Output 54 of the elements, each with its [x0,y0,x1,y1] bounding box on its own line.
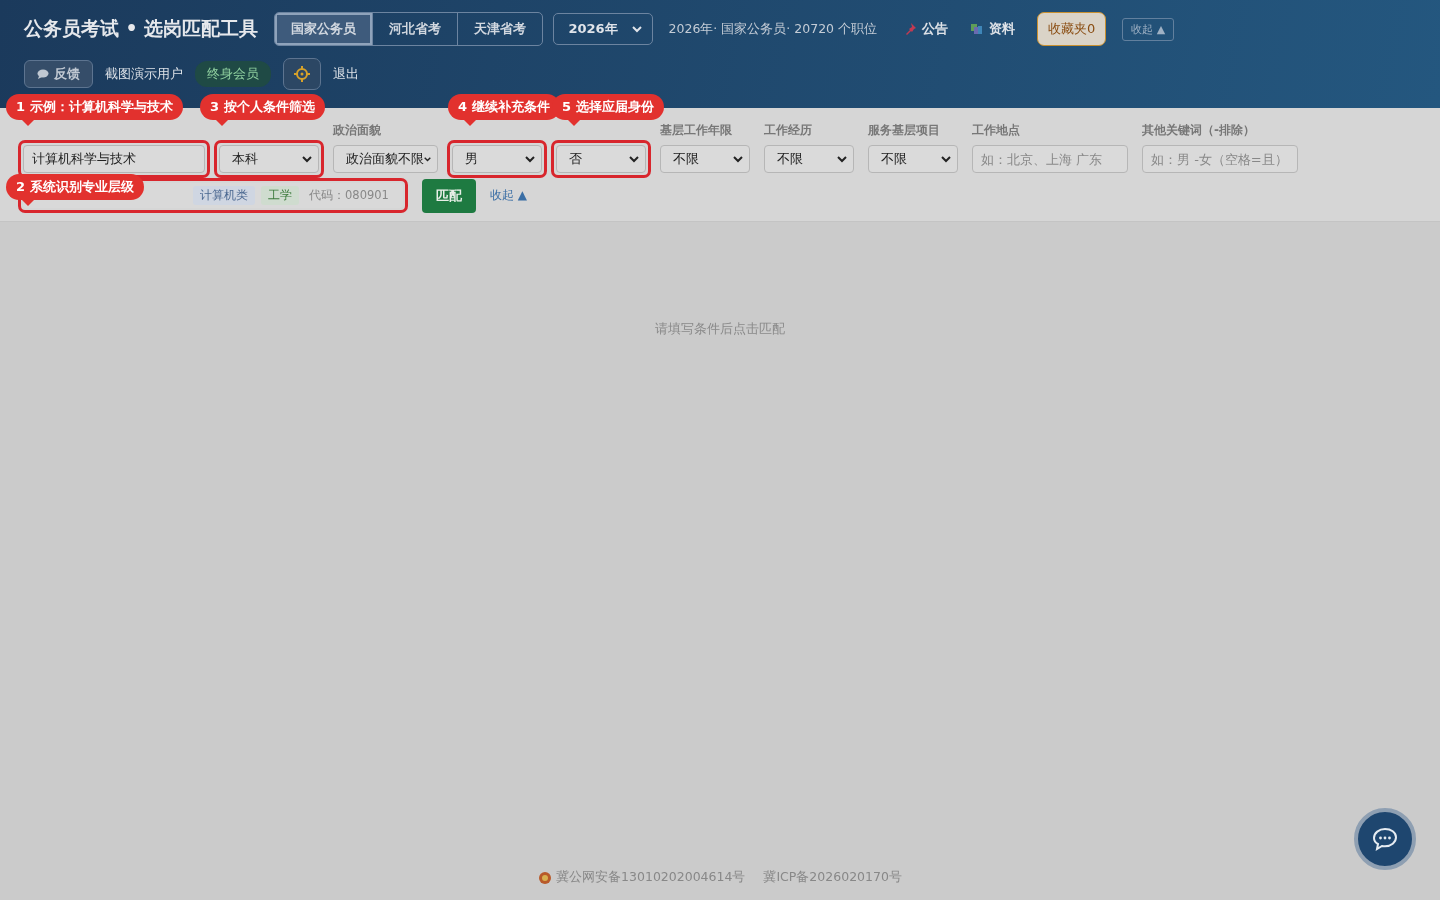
header-link[interactable]: 公告 [903,20,948,38]
logout-link[interactable]: 退出 [333,65,359,83]
feedback-button[interactable]: 反馈 [24,60,93,88]
field-label: 工作地点 [971,122,1021,139]
chat-bubble-icon [37,69,49,79]
caret-icon [631,25,642,33]
membership-badge: 终身会员 [195,61,271,87]
select-field[interactable]: 不限 [764,145,854,173]
select-field[interactable]: 政治面貌不限 [333,145,438,173]
footer-record: 冀ICP备2026020170号 [763,869,902,886]
caret-icon [424,155,431,163]
settings-button[interactable] [283,58,321,90]
select-field[interactable]: 不限 [660,145,750,173]
hint-chip: 计算机类 [193,186,255,205]
caret-icon [629,155,639,163]
major-code: 代码：080901 [308,187,390,204]
user-name: 截图演示用户 [105,65,183,83]
empty-message: 请填写条件后点击匹配 [655,320,785,338]
exam-tab[interactable]: 国家公务员 [275,13,374,45]
caret-icon [733,155,743,163]
hint-chip: 工学 [261,186,299,205]
select-field[interactable]: 否 [556,145,646,173]
header-link[interactable]: 资料 [970,20,1015,38]
text-field[interactable]: 如：男 -女（空格=且） [1142,145,1298,173]
favorites-button[interactable]: 收藏夹0 [1037,12,1107,46]
caret-icon [941,155,951,163]
emblem-icon [538,870,553,885]
exam-tab[interactable]: 天津省考 [458,13,543,45]
caret-icon [525,155,535,163]
select-field[interactable]: 不限 [868,145,958,173]
collapse-button[interactable]: 收起 ▲ [1122,17,1175,41]
position-summary: 2026年· 国家公务员· 20720 个职位 [668,20,877,38]
field-label: 服务基层项目 [867,122,941,139]
caret-icon [837,155,847,163]
field-label: 政治面貌 [332,122,382,139]
tour-callout: 3 按个人条件筛选 [200,94,325,126]
select-field[interactable]: 本科 [219,145,319,173]
field-label: 工作经历 [763,122,813,139]
settings-icon [293,65,311,83]
text-field[interactable]: 如：北京、上海 广东 [972,145,1128,173]
footer-record: 冀公网安备13010202004614号 [538,869,746,886]
year-select[interactable]: 2026年 [553,13,653,45]
tour-callout: 2 系统识别专业层级 [6,174,144,206]
collapse-link[interactable]: 收起 ▲ [489,187,527,204]
tour-callout: 1 示例：计算机科学与技术 [6,94,183,126]
chat-icon [1372,827,1398,851]
exam-tab[interactable]: 河北省考 [373,13,459,45]
match-button[interactable]: 匹配 [421,178,476,213]
books-icon [970,22,984,36]
caret-icon [302,155,312,163]
field-label: 其他关键词（-排除） [1141,122,1256,139]
text-field[interactable]: 计算机科学与技术 [23,145,205,173]
app-title: 公务员考试 • 选岗匹配工具 [24,16,259,41]
select-field[interactable]: 男 [452,145,542,173]
